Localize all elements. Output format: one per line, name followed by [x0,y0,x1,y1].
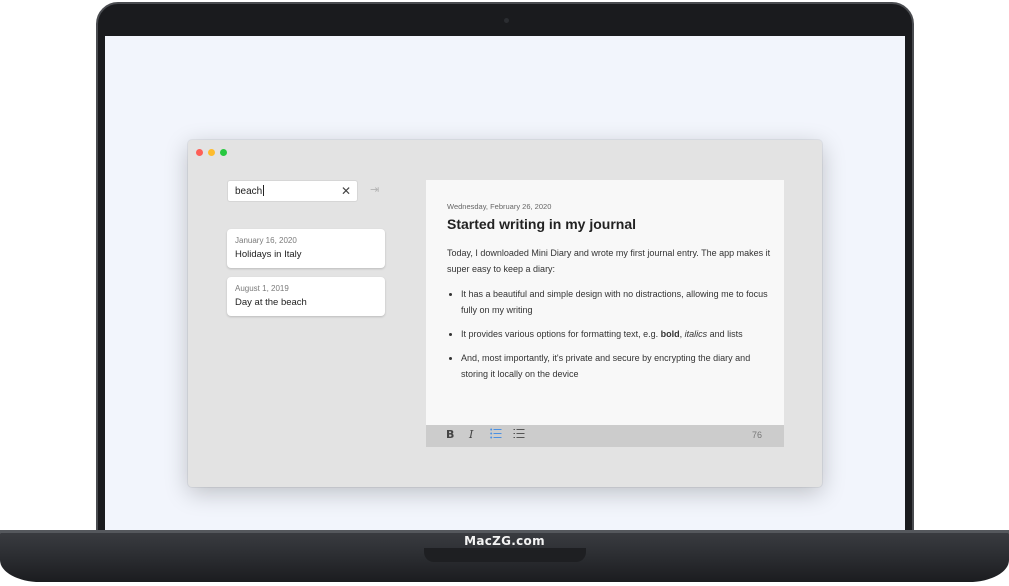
numbered-list-icon[interactable] [513,428,525,442]
bullet-text: and lists [707,329,743,339]
bullet-text: It provides various options for formatti… [461,329,661,339]
editor-date: Wednesday, February 26, 2020 [447,202,552,211]
entry-title: Holidays in Italy [235,249,302,260]
entry-date: January 16, 2020 [235,236,297,245]
list-item: It provides various options for formatti… [461,326,772,342]
editor-intro: Today, I downloaded Mini Diary and wrote… [447,248,771,274]
bullet-list: It has a beautiful and simple design wit… [447,286,772,382]
list-item: It has a beautiful and simple design wit… [461,286,772,318]
bold-button[interactable]: B [446,428,454,441]
zoom-window-button[interactable] [220,149,227,156]
formatting-toolbar: B I 76 [426,425,784,447]
minimize-window-button[interactable] [208,149,215,156]
list-item: And, most importantly, it's private and … [461,350,772,382]
laptop-rim [0,530,1009,533]
search-input[interactable]: beach ✕ [227,180,358,202]
app-window: beach ✕ ⇥ January 16, 2020 Holidays in I… [188,140,822,487]
word-count: 76 [751,430,762,440]
screen: beach ✕ ⇥ January 16, 2020 Holidays in I… [105,36,905,530]
search-value: beach [235,186,263,197]
editor-body[interactable]: Today, I downloaded Mini Diary and wrote… [447,245,772,390]
laptop-notch [424,548,586,562]
entry-title: Day at the beach [235,297,307,308]
list-item[interactable]: August 1, 2019 Day at the beach [227,277,385,316]
italic-text: italics [684,329,708,339]
bullet-list-icon[interactable] [490,428,502,442]
editor-title[interactable]: Started writing in my journal [447,216,636,232]
camera-icon [504,18,509,23]
editor[interactable]: Wednesday, February 26, 2020 Started wri… [426,180,784,446]
bold-text: bold [660,329,680,339]
entry-date: August 1, 2019 [235,284,289,293]
close-icon[interactable]: ✕ [341,184,351,198]
close-window-button[interactable] [196,149,203,156]
watermark: MacZG.com [464,534,545,548]
italic-button[interactable]: I [469,428,473,441]
list-item[interactable]: January 16, 2020 Holidays in Italy [227,229,385,268]
collapse-sidebar-icon[interactable]: ⇥ [370,183,379,196]
